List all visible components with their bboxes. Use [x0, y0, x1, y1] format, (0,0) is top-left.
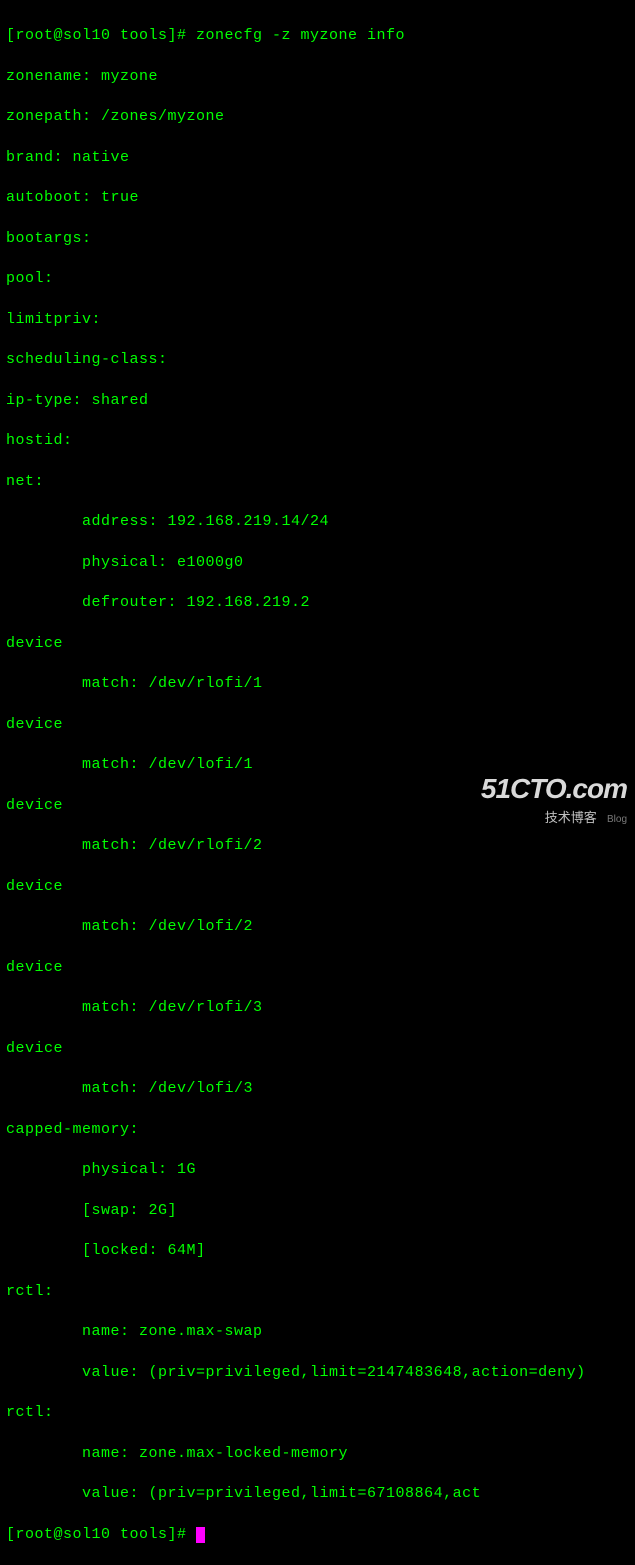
output-zonename: zonename: myzone [6, 67, 629, 87]
output-capped-physical: physical: 1G [6, 1160, 629, 1180]
terminal-output[interactable]: [root@sol10 tools]# zonecfg -z myzone in… [6, 6, 629, 1565]
output-capped-swap: [swap: 2G] [6, 1201, 629, 1221]
output-device2-m: match: /dev/lofi/1 [6, 755, 629, 775]
output-device1-h: device [6, 634, 629, 654]
output-autoboot: autoboot: true [6, 188, 629, 208]
output-capped-h: capped-memory: [6, 1120, 629, 1140]
output-capped-locked: [locked: 64M] [6, 1241, 629, 1261]
output-rctl1-name: name: zone.max-swap [6, 1322, 629, 1342]
output-device3-m: match: /dev/rlofi/2 [6, 836, 629, 856]
shell-prompt: [root@sol10 tools]# [6, 1526, 196, 1543]
output-device1-m: match: /dev/rlofi/1 [6, 674, 629, 694]
output-device6-m: match: /dev/lofi/3 [6, 1079, 629, 1099]
output-brand: brand: native [6, 148, 629, 168]
output-device2-h: device [6, 715, 629, 735]
command-text: zonecfg -z myzone info [196, 27, 405, 44]
output-net-physical: physical: e1000g0 [6, 553, 629, 573]
output-device4-m: match: /dev/lofi/2 [6, 917, 629, 937]
output-device6-h: device [6, 1039, 629, 1059]
shell-prompt: [root@sol10 tools]# [6, 27, 196, 44]
output-limitpriv: limitpriv: [6, 310, 629, 330]
output-rctl1-value: value: (priv=privileged,limit=2147483648… [6, 1363, 629, 1383]
output-scheduling-class: scheduling-class: [6, 350, 629, 370]
output-device3-h: device [6, 796, 629, 816]
output-net-address: address: 192.168.219.14/24 [6, 512, 629, 532]
output-hostid: hostid: [6, 431, 629, 451]
output-zonepath: zonepath: /zones/myzone [6, 107, 629, 127]
output-ip-type: ip-type: shared [6, 391, 629, 411]
output-rctl1-h: rctl: [6, 1282, 629, 1302]
output-rctl2-name: name: zone.max-locked-memory [6, 1444, 629, 1464]
output-pool: pool: [6, 269, 629, 289]
output-device4-h: device [6, 877, 629, 897]
output-net-header: net: [6, 472, 629, 492]
output-rctl2-value: value: (priv=privileged,limit=67108864,a… [6, 1484, 629, 1504]
output-device5-m: match: /dev/rlofi/3 [6, 998, 629, 1018]
output-bootargs: bootargs: [6, 229, 629, 249]
output-net-defrouter: defrouter: 192.168.219.2 [6, 593, 629, 613]
cursor[interactable] [196, 1527, 205, 1543]
output-device5-h: device [6, 958, 629, 978]
output-rctl2-h: rctl: [6, 1403, 629, 1423]
